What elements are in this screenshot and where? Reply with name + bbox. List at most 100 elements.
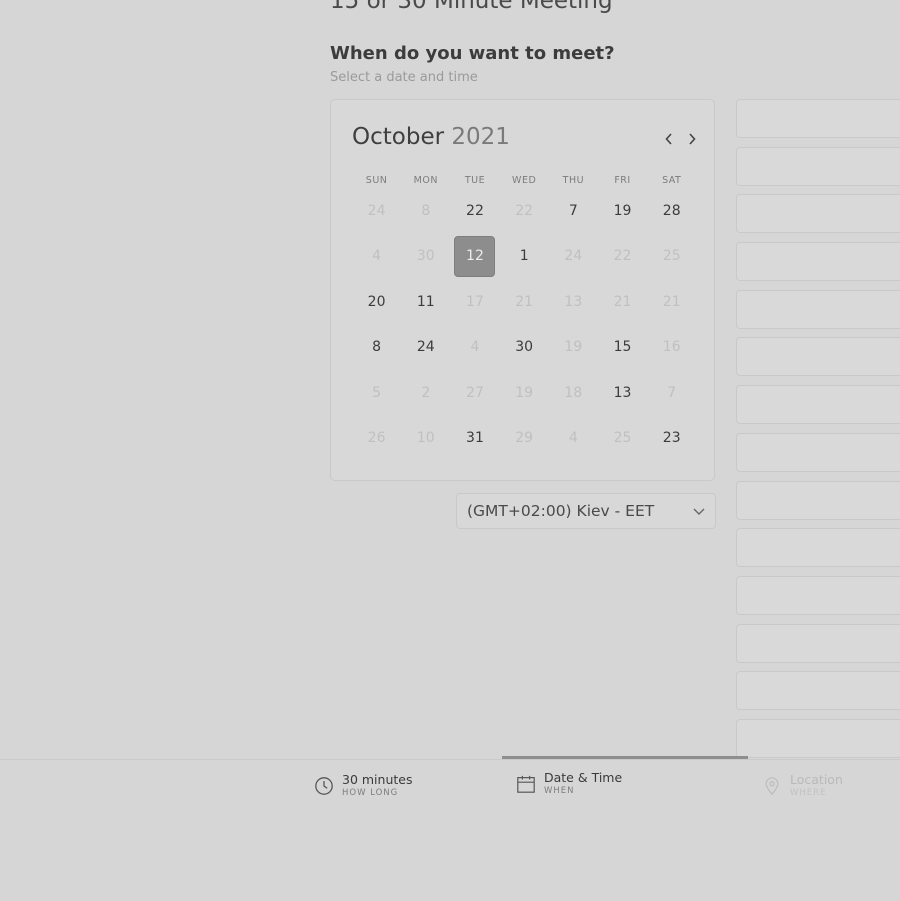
weekday-label: FRI xyxy=(614,175,631,186)
calendar-day: 30 xyxy=(416,248,435,265)
time-slot-button[interactable] xyxy=(736,718,900,758)
calendar-day: 25 xyxy=(613,430,632,447)
calendar-day: 10 xyxy=(416,430,435,447)
calendar-day[interactable]: 31 xyxy=(450,416,499,462)
calendar-day: 4 xyxy=(372,248,382,265)
time-slot-button[interactable] xyxy=(736,575,900,615)
time-slot-button[interactable] xyxy=(736,623,900,663)
step-where[interactable]: Location WHERE xyxy=(762,772,843,799)
calendar-day: 21 xyxy=(662,293,681,310)
calendar-day[interactable]: 1 xyxy=(500,234,549,280)
time-slot-button[interactable] xyxy=(736,337,900,377)
time-slot-button[interactable] xyxy=(736,289,900,329)
calendar-week: 24 8 22 22 7 19 28 xyxy=(352,188,696,234)
calendar-day: 26 xyxy=(367,430,386,447)
calendar-day: 8 xyxy=(421,202,431,219)
calendar-icon xyxy=(517,775,535,793)
calendar-week: 4 30 12 1 24 22 25 xyxy=(352,234,696,280)
calendar-day: 19 xyxy=(515,384,534,401)
calendar-day[interactable]: 22 xyxy=(450,188,499,234)
previous-month-button[interactable] xyxy=(659,128,679,150)
calendar-day[interactable]: 24 xyxy=(401,325,450,371)
calendar-day[interactable]: 7 xyxy=(549,188,598,234)
calendar-day[interactable]: 15 xyxy=(598,325,647,371)
chevron-left-icon xyxy=(665,133,672,145)
calendar-day: 24 xyxy=(564,248,583,265)
calendar-day-selected[interactable]: 12 xyxy=(450,234,499,280)
calendar-day: 17 xyxy=(466,293,484,310)
calendar-day[interactable]: 20 xyxy=(352,279,401,325)
calendar-week: 20 11 17 21 13 21 21 xyxy=(352,279,696,325)
calendar-day: 7 xyxy=(667,384,677,401)
calendar-day[interactable]: 19 xyxy=(598,188,647,234)
calendar-weeks: 24 8 22 22 7 19 28 4 30 12 1 24 22 25 20 11 17 21 13 21 21 8 2… xyxy=(352,188,696,461)
calendar-day[interactable]: 30 xyxy=(500,325,549,371)
calendar-grid: SUN MON TUE WED THU FRI SAT 24 8 22 22 7 19 28 4 30 12 1… xyxy=(352,174,696,461)
next-month-button[interactable] xyxy=(682,128,702,150)
calendar-day: 4 xyxy=(568,430,578,447)
calendar-year: 2021 xyxy=(451,124,510,150)
calendar-day: 25 xyxy=(662,248,681,265)
timezone-select[interactable]: (GMT+02:00) Kiev - EET xyxy=(456,493,716,529)
time-slot-button[interactable] xyxy=(736,385,900,425)
calendar-week: 5 2 27 19 18 13 7 xyxy=(352,370,696,416)
step-caption: WHERE xyxy=(790,788,827,798)
step-label: Location xyxy=(790,772,843,787)
calendar-day: 13 xyxy=(564,293,583,310)
calendar-day: 16 xyxy=(662,339,681,356)
chevron-right-icon xyxy=(689,133,696,145)
active-step-indicator xyxy=(502,756,748,759)
calendar-day: 19 xyxy=(564,339,583,356)
calendar-day: 22 xyxy=(515,202,534,219)
step-when[interactable]: Date & Time WHEN xyxy=(516,770,622,797)
weekday-label: TUE xyxy=(464,175,486,186)
step-caption: HOW LONG xyxy=(342,788,399,798)
calendar-day: 21 xyxy=(613,293,632,310)
time-slot-button[interactable] xyxy=(736,194,900,234)
clock-icon xyxy=(315,777,333,795)
calendar-day: 4 xyxy=(470,339,480,356)
calendar-day[interactable]: 13 xyxy=(598,370,647,416)
page-title: 15 or 30 Minute Meeting xyxy=(330,0,613,14)
weekday-header: SUN MON TUE WED THU FRI SAT xyxy=(352,174,696,188)
weekday-label: MON xyxy=(413,175,438,186)
time-slot-list xyxy=(736,99,900,767)
calendar-day: 22 xyxy=(613,248,632,265)
step-label: Date & Time xyxy=(544,770,623,785)
weekday-label: SUN xyxy=(365,175,388,186)
chevron-down-icon xyxy=(693,508,705,515)
calendar-day: 21 xyxy=(515,293,534,310)
section-subtitle: Select a date and time xyxy=(330,70,478,85)
time-slot-button[interactable] xyxy=(736,99,900,138)
time-slot-button[interactable] xyxy=(736,242,900,282)
section-heading: When do you want to meet? xyxy=(330,43,615,64)
calendar-month: October xyxy=(352,124,445,150)
calendar-day: 29 xyxy=(515,430,534,447)
step-caption: WHEN xyxy=(544,786,575,796)
time-slot-button[interactable] xyxy=(736,146,900,186)
timezone-value: (GMT+02:00) Kiev - EET xyxy=(467,502,655,520)
calendar-month-title: October 2021 xyxy=(352,124,510,150)
calendar-day[interactable]: 23 xyxy=(647,416,696,462)
calendar-day[interactable]: 28 xyxy=(647,188,696,234)
weekday-label: WED xyxy=(512,175,537,186)
calendar-week: 8 24 4 30 19 15 16 xyxy=(352,325,696,371)
time-slot-button[interactable] xyxy=(736,528,900,568)
weekday-label: THU xyxy=(562,175,585,186)
calendar-day: 18 xyxy=(564,384,583,401)
selected-day-label: 12 xyxy=(454,235,496,277)
time-slot-button[interactable] xyxy=(736,671,900,711)
calendar-day: 5 xyxy=(372,384,382,401)
calendar-day: 27 xyxy=(466,384,484,401)
calendar-day[interactable]: 8 xyxy=(352,325,401,371)
calendar-day: 2 xyxy=(421,384,431,401)
calendar-week: 26 10 31 29 4 25 23 xyxy=(352,416,696,462)
calendar-day[interactable]: 11 xyxy=(401,279,450,325)
weekday-label: SAT xyxy=(662,175,682,186)
time-slot-button[interactable] xyxy=(736,480,900,520)
step-label: 30 minutes xyxy=(342,772,413,787)
step-how-long[interactable]: 30 minutes HOW LONG xyxy=(314,772,412,799)
calendar-day: 24 xyxy=(367,202,386,219)
location-pin-icon xyxy=(765,777,779,796)
time-slot-button[interactable] xyxy=(736,432,900,472)
